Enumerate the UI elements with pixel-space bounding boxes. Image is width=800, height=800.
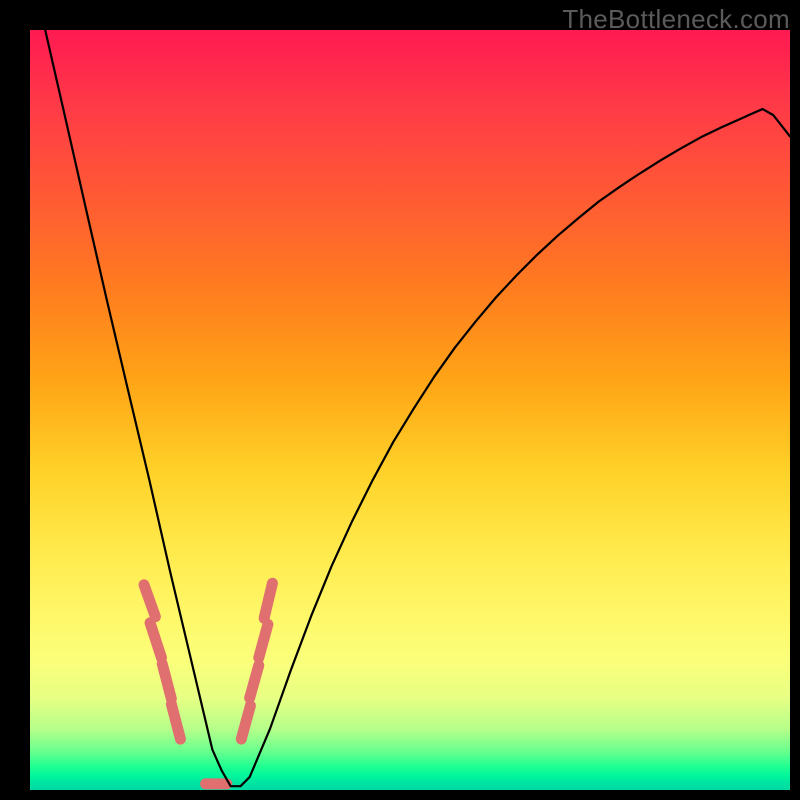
- bottleneck-curve: [45, 30, 790, 786]
- marker-segment: [264, 583, 272, 618]
- chart-frame: TheBottleneck.com: [0, 0, 800, 800]
- marker-segment: [144, 585, 155, 617]
- plot-area: [30, 30, 790, 790]
- curve-layer: [30, 30, 790, 790]
- marker-segment: [162, 664, 171, 699]
- marker-segment: [250, 665, 259, 698]
- marker-segment: [241, 706, 250, 739]
- marker-group: [144, 583, 272, 784]
- marker-segment: [259, 624, 268, 657]
- marker-segment: [150, 623, 161, 658]
- marker-segment: [171, 704, 180, 739]
